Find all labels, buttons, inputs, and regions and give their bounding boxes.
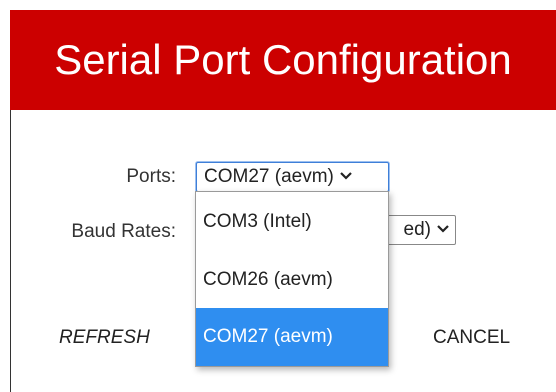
baud-rates-label: Baud Rates: xyxy=(71,221,176,242)
cancel-button[interactable]: CANCEL xyxy=(433,327,510,349)
chevron-down-icon xyxy=(340,169,352,183)
dialog-header: Serial Port Configuration xyxy=(10,10,556,110)
ports-dropdown-list: COM3 (Intel) COM26 (aevm) COM27 (aevm) xyxy=(195,191,389,367)
window-top-strip xyxy=(0,0,556,10)
ports-select[interactable]: COM27 (aevm) xyxy=(196,162,389,192)
dialog-title: Serial Port Configuration xyxy=(54,36,512,83)
refresh-button[interactable]: REFRESH xyxy=(59,327,150,349)
chevron-down-icon xyxy=(437,222,449,236)
ports-select-value: COM27 (aevm) xyxy=(204,166,334,187)
dialog-left-border xyxy=(10,110,11,392)
baud-rates-select-value: ed) xyxy=(403,219,431,240)
port-option-com3[interactable]: COM3 (Intel) xyxy=(196,197,388,247)
port-option-com27[interactable]: COM27 (aevm) xyxy=(196,308,388,366)
port-option-com26[interactable]: COM26 (aevm) xyxy=(196,253,388,307)
ports-label: Ports: xyxy=(126,166,176,187)
